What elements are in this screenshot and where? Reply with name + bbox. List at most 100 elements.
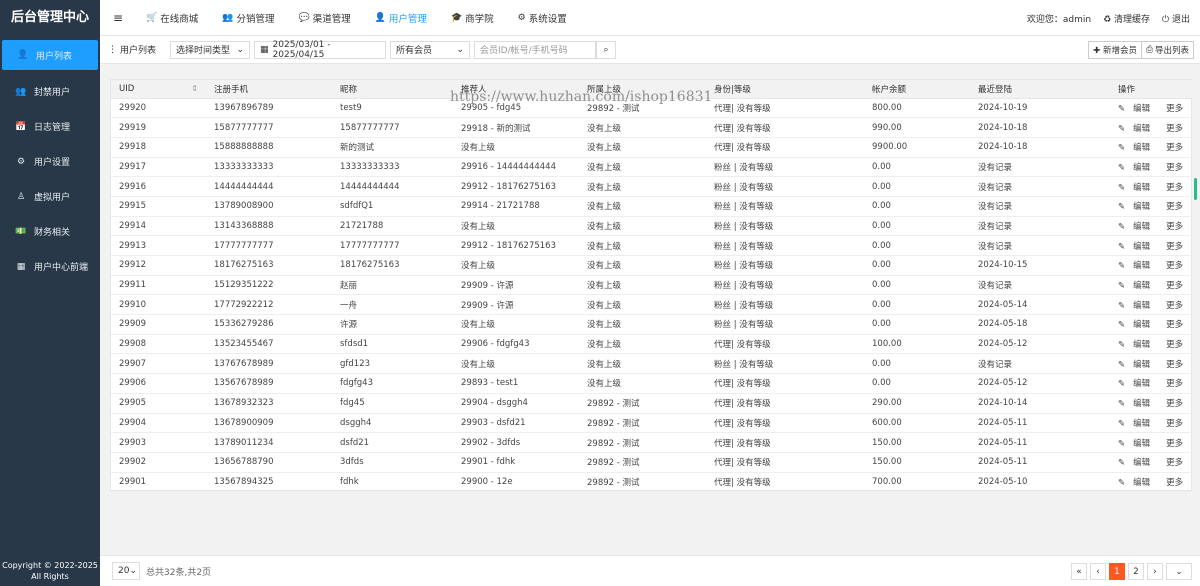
top-nav-item[interactable]: 🛒 在线商城 [146,11,198,25]
edit-button[interactable]: ✎ 编辑 [1118,240,1158,252]
edit-button[interactable]: ✎ 编辑 [1118,358,1158,370]
more-dropdown[interactable]: 更多 ⌄ [1166,358,1193,370]
column-header[interactable]: UID ⇕ [111,80,206,99]
more-dropdown[interactable]: 更多 ⌄ [1166,181,1193,193]
table-row: 29916 14444444444 14444444444 29912 - 18176… [111,176,1193,197]
more-dropdown[interactable]: 更多 ⌄ [1166,102,1193,114]
more-dropdown[interactable]: 更多 ⌄ [1166,122,1193,134]
edit-button[interactable]: ✎ 编辑 [1118,456,1158,468]
chat-icon: 💬 [298,12,310,23]
logout-button[interactable]: ⏻ 退出 [1162,12,1190,25]
copyright-line: Copyright © 2022-2025 [2,561,98,570]
table-cell: 粉丝 | 没有等级 [706,216,864,237]
more-dropdown[interactable]: 更多 ⌄ [1166,220,1193,232]
more-dropdown[interactable]: 更多 ⌄ [1166,240,1193,252]
scrollbar-indicator[interactable] [1194,178,1197,200]
sidebar-item[interactable]: ▦ 用户中心前端 [0,249,100,284]
table-cell: 29920 [111,98,206,119]
sidebar-item[interactable]: 📅 日志管理 [0,109,100,144]
table-cell: 29903 - dsfd21 [453,413,579,434]
more-dropdown[interactable]: 更多 ⌄ [1166,200,1193,212]
edit-button[interactable]: ✎ 编辑 [1118,476,1158,488]
table-cell: 没有记录 [970,196,1110,217]
export-list-button[interactable]: ⎙ 导出列表 [1141,41,1194,59]
edit-button[interactable]: ✎ 编辑 [1118,122,1158,134]
table-cell: 0.00 [864,196,970,217]
page-button[interactable]: › [1147,563,1163,580]
chevron-down-icon: ⌄ [1191,478,1193,488]
page-button[interactable]: ‹ [1090,563,1106,580]
sidebar-item[interactable]: ⚙ 用户设置 [0,144,100,179]
table-cell: 没有上级 [579,353,706,375]
edit-button[interactable]: ✎ 编辑 [1118,181,1158,193]
time-type-select[interactable]: 选择时间类型 ⌄ [170,40,251,59]
more-dropdown[interactable]: 更多 ⌄ [1166,417,1193,429]
add-member-button[interactable]: ✚ 新增会员 [1088,41,1142,59]
edit-button[interactable]: ✎ 编辑 [1118,437,1158,449]
page-size-select[interactable]: 20 ⌄ [112,562,140,580]
more-dropdown[interactable]: 更多 ⌄ [1166,476,1193,488]
more-dropdown[interactable]: 更多 ⌄ [1166,437,1193,449]
search-button[interactable]: ⌕ [596,40,617,59]
date-range-input[interactable]: ▦ 2025/03/01 - 2025/04/15 [254,40,387,60]
page-button[interactable]: 2 [1128,563,1144,580]
page-button[interactable]: « [1071,563,1087,580]
chevron-down-icon: ⌄ [1191,301,1193,311]
chevron-down-icon: ⌄ [1191,360,1193,370]
table-cell: 2024-05-11 [970,413,1110,434]
sidebar-item[interactable]: 👥 封禁用户 [0,74,100,109]
more-dropdown[interactable]: 更多 ⌄ [1166,456,1193,468]
table-cell: 0.00 [864,235,970,256]
more-dropdown[interactable]: 更多 ⌄ [1166,377,1193,389]
edit-button[interactable]: ✎ 编辑 [1118,318,1158,330]
edit-button[interactable]: ✎ 编辑 [1118,161,1158,173]
sort-icon[interactable]: ⇕ [191,84,198,93]
more-dropdown[interactable]: 更多 ⌄ [1166,397,1193,409]
more-dropdown[interactable]: 更多 ⌄ [1166,338,1193,350]
more-dropdown[interactable]: 更多 ⌄ [1166,141,1193,153]
table-cell: 0.00 [864,216,970,237]
more-dropdown[interactable]: 更多 ⌄ [1166,279,1193,291]
more-dropdown[interactable]: 更多 ⌄ [1166,299,1193,311]
page-jump-select[interactable]: ⌄ [1166,563,1192,580]
edit-button[interactable]: ✎ 编辑 [1118,200,1158,212]
member-type-select[interactable]: 所有会员 ⌄ [390,40,471,59]
search-input[interactable]: 会员ID/帐号/手机号码 [474,40,597,59]
top-nav-item[interactable]: ⚙ 系统设置 [518,11,567,25]
sidebar-item[interactable]: ♙ 虚拟用户 [0,179,100,214]
more-dropdown[interactable]: 更多 ⌄ [1166,259,1193,271]
menu-toggle-icon[interactable]: ≡ [100,11,136,25]
table-cell: 15888888888 [206,137,332,158]
edit-button[interactable]: ✎ 编辑 [1118,377,1158,389]
row-actions: ✎ 编辑 更多 ⌄ [1110,413,1193,434]
edit-button[interactable]: ✎ 编辑 [1118,141,1158,153]
sidebar-item-label: 虚拟用户 [34,193,71,203]
edit-label: 编辑 [1133,458,1151,469]
edit-button[interactable]: ✎ 编辑 [1118,299,1158,311]
top-nav-item[interactable]: 💬 渠道管理 [298,11,350,25]
users-block-icon: 👥 [15,86,27,97]
edit-button[interactable]: ✎ 编辑 [1118,259,1158,271]
top-nav-item[interactable]: 👤 用户管理 [375,11,427,25]
sidebar-item-label: 财务相关 [34,228,71,238]
row-actions: ✎ 编辑 更多 ⌄ [1110,373,1193,394]
page-button[interactable]: 1 [1109,563,1125,580]
edit-button[interactable]: ✎ 编辑 [1118,102,1158,114]
edit-button[interactable]: ✎ 编辑 [1118,279,1158,291]
clear-cache-button[interactable]: ♻ 清理缓存 [1103,12,1150,25]
table-body: 29920 13967896789 test9 29905 - fdg45 29892 … [111,98,1193,493]
edit-button[interactable]: ✎ 编辑 [1118,397,1158,409]
table-cell: 没有记录 [970,275,1110,296]
top-nav-item[interactable]: 👥 分销管理 [222,11,274,25]
sidebar-item[interactable]: 💵 财务相关 [0,214,100,249]
row-actions-group: ✎ 编辑 更多 ⌄ [1118,200,1193,212]
more-dropdown[interactable]: 更多 ⌄ [1166,318,1193,330]
more-dropdown[interactable]: 更多 ⌄ [1166,161,1193,173]
edit-button[interactable]: ✎ 编辑 [1118,338,1158,350]
edit-button[interactable]: ✎ 编辑 [1118,417,1158,429]
chevron-down-icon: ⌄ [1191,340,1193,350]
edit-icon: ✎ [1118,261,1126,272]
sidebar-item[interactable]: 👤 用户列表 [2,40,98,70]
top-nav-item[interactable]: 🎓 商学院 [451,11,494,25]
edit-button[interactable]: ✎ 编辑 [1118,220,1158,232]
